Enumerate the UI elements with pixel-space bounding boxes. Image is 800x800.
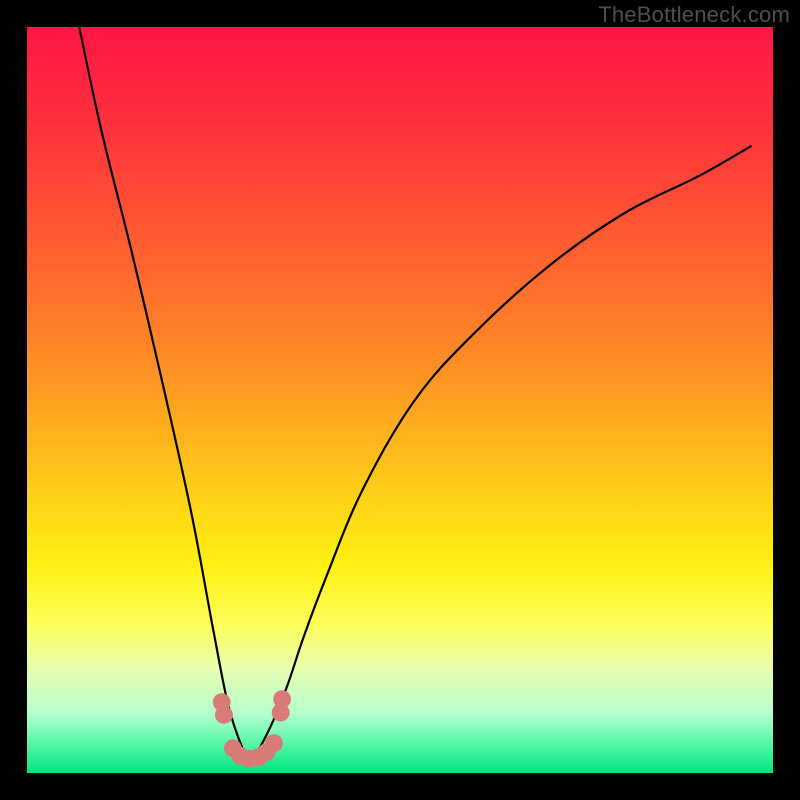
marker-dot: [215, 706, 233, 724]
marker-dot: [265, 734, 283, 752]
watermark-text: TheBottleneck.com: [598, 2, 790, 28]
marker-dot: [273, 690, 291, 708]
gradient-background: [27, 27, 773, 773]
chart-svg: [27, 27, 773, 773]
plot-area: [27, 27, 773, 773]
